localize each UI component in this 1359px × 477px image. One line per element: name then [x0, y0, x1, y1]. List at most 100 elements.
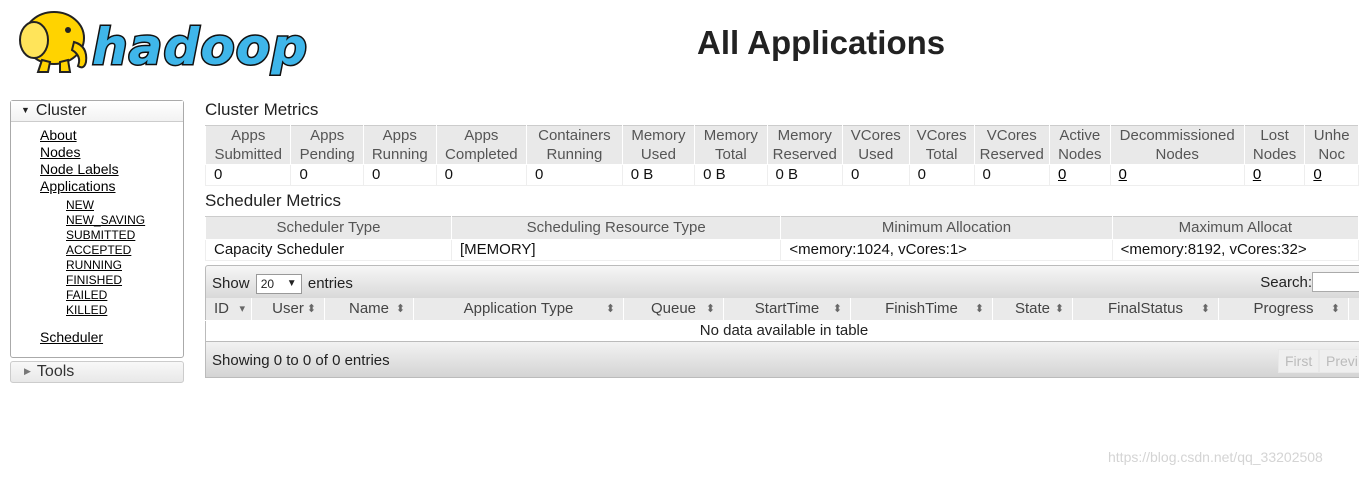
column-header[interactable]: StartTime ⬍ — [724, 298, 851, 320]
column-header[interactable]: State ⬍ — [993, 298, 1073, 320]
cluster-metric-header: Memory Reserved — [766, 125, 843, 165]
expand-triangle-icon: ▶ — [24, 366, 31, 376]
column-header[interactable]: Name ⬍ — [325, 298, 414, 320]
app-state-accepted[interactable]: ACCEPTED — [66, 243, 131, 258]
column-header[interactable]: FinishTime ⬍ — [851, 298, 993, 320]
column-header[interactable]: User ⬍ — [252, 298, 325, 320]
header-line: Decommissioned — [1119, 127, 1235, 144]
cluster-metric-header: VCores Total — [908, 125, 975, 165]
column-label: Queue — [650, 300, 697, 317]
cluster-metric-value: 0 B — [694, 164, 768, 186]
app-state-new-saving[interactable]: NEW_SAVING — [66, 213, 145, 228]
scheduler-metrics-table: Scheduler Type Scheduling Resource Type Mi… — [205, 216, 1359, 261]
header-line: Running — [546, 146, 603, 163]
cluster-metric-value: 0 — [435, 164, 528, 186]
metric-value: 0 — [535, 166, 544, 183]
cluster-metric-header: Memory Used — [621, 125, 696, 165]
header-line: Nodes — [1058, 146, 1102, 163]
previous-page-button[interactable]: Previ — [1319, 349, 1359, 373]
header-line: Noc — [1318, 146, 1346, 163]
app-state-submitted[interactable]: SUBMITTED — [66, 228, 135, 243]
cluster-metric-value: 0 — [1243, 164, 1306, 186]
scheduler-metric-value: Capacity Scheduler — [205, 239, 452, 261]
metric-link[interactable]: 0 — [1313, 166, 1321, 183]
metric-link[interactable]: 0 — [1058, 166, 1066, 183]
cluster-metric-header: Unhe Noc — [1304, 125, 1359, 165]
sidebar-link-about[interactable]: About — [40, 127, 77, 144]
header-line: Containers — [538, 127, 611, 144]
column-header[interactable]: Progress ⬍ — [1219, 298, 1349, 320]
page-length-select[interactable]: 20 ▼ — [255, 274, 302, 294]
app-state-running[interactable]: RUNNING — [66, 258, 122, 273]
sort-both-icon: ⬍ — [1054, 303, 1064, 315]
app-state-killed[interactable]: KILLED — [66, 303, 107, 318]
header-line: Unhe — [1313, 127, 1350, 144]
sidebar-link-applications[interactable]: Applications — [40, 178, 116, 195]
cluster-metric-value: 0 — [290, 164, 364, 186]
header-line: VCores — [850, 127, 901, 144]
column-header[interactable]: ID ▾ — [206, 298, 252, 320]
app-state-failed[interactable]: FAILED — [66, 288, 107, 303]
applications-table: Show 20 ▼ entries Search: ID ▾ User ⬍ Name ⬍ Ap… — [205, 265, 1359, 378]
header-line: Apps — [310, 127, 345, 144]
header-line: Memory — [777, 127, 832, 144]
cluster-metrics-header-row: Apps Submitted Apps Pending Apps Running Apps C… — [204, 125, 1359, 165]
sort-both-icon: ⬍ — [832, 303, 842, 315]
header-line: Memory — [703, 127, 758, 144]
sort-both-icon: ⬍ — [1330, 303, 1340, 315]
sort-desc-icon: ▾ — [239, 303, 245, 315]
metric-value: 0 B — [703, 166, 726, 183]
table-info: Showing 0 to 0 of 0 entries — [212, 352, 390, 369]
cluster-metric-header: Apps Pending — [290, 125, 364, 165]
header-line: Apps — [382, 127, 417, 144]
header-line: Reserved — [772, 146, 837, 163]
metric-value: 0 B — [775, 166, 799, 183]
header-line: Memory — [631, 127, 686, 144]
cluster-metric-header: Decommissioned Nodes — [1109, 125, 1245, 165]
cluster-metric-header: Apps Running — [362, 125, 437, 165]
metric-link[interactable]: 0 — [1253, 166, 1261, 183]
cluster-metric-header: Memory Total — [694, 125, 768, 165]
header-line: Completed — [445, 146, 518, 163]
column-header[interactable]: FinalStatus ⬍ — [1073, 298, 1219, 320]
column-label: State — [1014, 300, 1051, 317]
page-length-value: 20 — [260, 277, 275, 291]
cluster-metric-header: VCores Reserved — [973, 125, 1050, 165]
app-state-finished[interactable]: FINISHED — [66, 273, 122, 288]
cluster-label: Cluster — [35, 102, 87, 119]
search-label: Search: — [1260, 274, 1312, 291]
scheduler-metrics-title: Scheduler Metrics — [205, 191, 342, 210]
entries-label: entries — [307, 274, 353, 292]
column-header[interactable]: Queue ⬍ — [624, 298, 724, 320]
cluster-metrics-value-row: 0 0 0 0 0 0 B 0 B 0 B 0 0 0 0 0 0 0 — [204, 164, 1359, 186]
search-input[interactable] — [1312, 272, 1359, 292]
cluster-metric-header: Containers Running — [526, 125, 623, 165]
metric-link[interactable]: 0 — [1119, 166, 1127, 183]
sidebar-link-scheduler[interactable]: Scheduler — [40, 329, 103, 346]
cluster-metric-value: 0 — [973, 164, 1050, 186]
cluster-metric-header: VCores Used — [841, 125, 910, 165]
cluster-section-header[interactable]: ▼ Cluster — [11, 101, 183, 122]
column-label: StartTime — [754, 300, 820, 317]
scheduler-metric-value: <memory:1024, vCores:1> — [780, 239, 1113, 261]
metric-value: 0 — [850, 166, 860, 183]
column-label: FinishTime — [885, 300, 958, 317]
sidebar-link-node-labels[interactable]: Node Labels — [40, 161, 119, 178]
cluster-metric-value: 0 — [841, 164, 910, 186]
sidebar-link-nodes[interactable]: Nodes — [40, 144, 80, 161]
tools-section-header[interactable]: ▶ Tools — [10, 361, 184, 383]
first-page-button[interactable]: First — [1278, 349, 1320, 373]
metric-value: 0 — [917, 166, 926, 183]
column-label: Application Type — [463, 300, 574, 317]
scheduler-metric-header: Scheduler Type — [205, 216, 452, 240]
header-line: Submitted — [214, 146, 282, 163]
app-state-new[interactable]: NEW — [66, 198, 94, 213]
header-line: Pending — [299, 146, 355, 163]
show-label: Show — [212, 274, 250, 292]
column-header[interactable]: Application Type ⬍ — [414, 298, 624, 320]
scheduler-metric-value: [MEMORY] — [450, 239, 782, 261]
column-label: FinalStatus — [1107, 300, 1184, 317]
cluster-metric-value: 0 — [908, 164, 975, 186]
hadoop-logo: hadoop — [19, 11, 309, 76]
header-line: Apps — [464, 127, 499, 144]
